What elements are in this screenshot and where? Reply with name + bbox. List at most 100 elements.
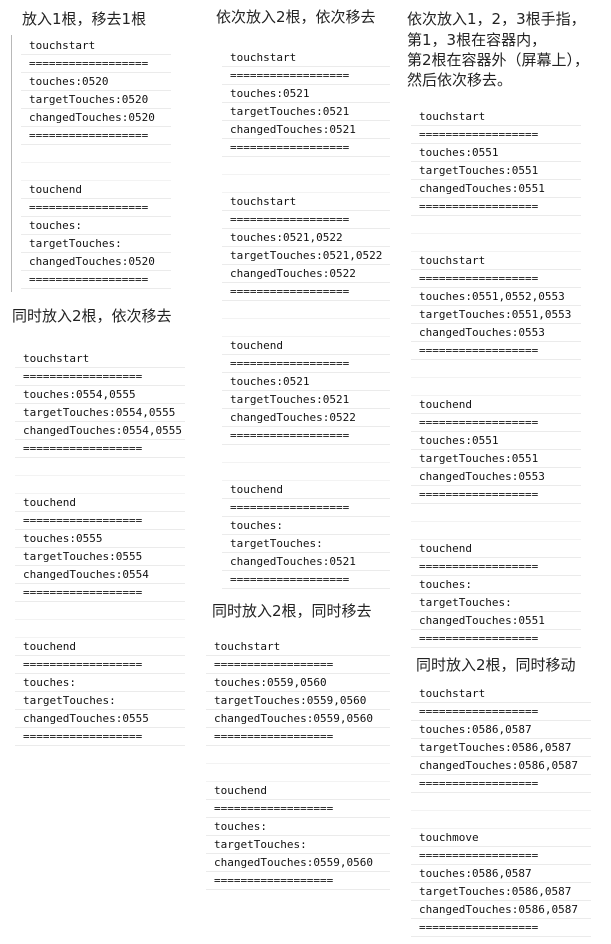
log-line: ================== [222,139,390,157]
log-line: ================== [21,127,171,145]
log-line: changedTouches:0522 [222,409,390,427]
log-spacer-row [206,764,390,782]
log-spacer-row [411,811,591,829]
log-line: ================== [21,271,171,289]
log-line: changedTouches:0586,0587 [411,901,591,919]
log-line: ================== [15,728,185,746]
log-spacer-row [15,458,185,476]
log-line: ================== [222,571,390,589]
event-log-1: touchstart ================== touches:0520… [21,37,171,289]
log-spacer-row [222,157,390,175]
log-line: changedTouches:0554,0555 [15,422,185,440]
log-spacer-row [222,319,390,337]
log-spacer-row [21,163,171,181]
log-line: ================== [411,847,591,865]
log-spacer-row [222,463,390,481]
log-line: targetTouches:0559,0560 [206,692,390,710]
log-line: ================== [411,414,581,432]
log-line: touches: [206,818,390,836]
log-spacer-row [411,216,581,234]
log-line: changedTouches:0553 [411,324,581,342]
log-line: touches:0551 [411,144,581,162]
log-line: ================== [222,283,390,301]
log-line: changedTouches:0551 [411,612,581,630]
log-line: changedTouches:0522 [222,265,390,283]
heading-three-fingers-2: 第1，3根在容器内， [407,31,547,49]
log-line: touchmove [411,829,591,847]
log-line: ================== [15,656,185,674]
log-line: touchend [206,782,390,800]
log-line: changedTouches:0553 [411,468,581,486]
log-line: touches:0551,0552,0553 [411,288,581,306]
log-line: targetTouches:0586,0587 [411,739,591,757]
log-line: ================== [222,355,390,373]
log-spacer-row [411,378,581,396]
log-line: touches: [411,576,581,594]
log-spacer-row [15,476,185,494]
log-line: ================== [411,270,581,288]
log-line: changedTouches:0520 [21,109,171,127]
log-line: changedTouches:0555 [15,710,185,728]
event-log-2: touchstart ================== touches:0521… [222,49,390,589]
log-line: ================== [206,728,390,746]
log-line: touchend [15,494,185,512]
log-line: touches:0586,0587 [411,721,591,739]
log-line: ================== [222,211,390,229]
log-line: ================== [222,67,390,85]
heading-three-fingers-3: 第2根在容器外（屏幕上）， [407,51,590,69]
log-line: changedTouches:0521 [222,121,390,139]
log-line: changedTouches:0520 [21,253,171,271]
log-line: touchstart [206,638,390,656]
log-line: touchstart [411,252,581,270]
log-spacer-row [411,234,581,252]
log-spacer-row [21,145,171,163]
log-line: touches:0586,0587 [411,865,591,883]
heading-simultaneous-sequential: 同时放入2根，依次移去 [12,307,172,325]
log-line: ================== [411,486,581,504]
container-border [11,35,12,292]
log-line: touchend [21,181,171,199]
log-line: targetTouches: [21,235,171,253]
log-line: touches:0521,0522 [222,229,390,247]
log-line: targetTouches:0521,0522 [222,247,390,265]
log-line: targetTouches: [206,836,390,854]
log-line: touchend [411,396,581,414]
log-line: touches:0521 [222,85,390,103]
log-line: ================== [411,919,591,937]
log-line: ================== [222,499,390,517]
log-line: ================== [222,427,390,445]
event-log-4: touchstart ================== touches:0554… [15,350,185,746]
log-line: touchend [222,337,390,355]
log-line: targetTouches: [222,535,390,553]
log-line: touches:0559,0560 [206,674,390,692]
log-line: targetTouches: [15,692,185,710]
log-line: touches: [222,517,390,535]
log-line: changedTouches:0551 [411,180,581,198]
log-line: touches:0521 [222,373,390,391]
log-line: ================== [411,703,591,721]
heading-three-fingers-1: 依次放入1，2，3根手指， [407,10,586,28]
log-spacer-row [411,360,581,378]
log-line: ================== [15,584,185,602]
log-line: touchend [222,481,390,499]
log-line: changedTouches:0559,0560 [206,854,390,872]
log-line: touchstart [222,49,390,67]
log-line: touches:0555 [15,530,185,548]
event-log-3: touchstart ================== touches:0551… [411,108,581,648]
log-line: targetTouches:0586,0587 [411,883,591,901]
log-line: touchstart [21,37,171,55]
log-line: changedTouches:0586,0587 [411,757,591,775]
log-line: touches:0554,0555 [15,386,185,404]
log-line: ================== [206,656,390,674]
log-line: ================== [411,775,591,793]
log-spacer-row [411,522,581,540]
log-line: ================== [206,800,390,818]
heading-single-touch: 放入1根，移去1根 [22,10,147,28]
log-line: ================== [411,198,581,216]
log-line: ================== [21,55,171,73]
log-line: ================== [15,440,185,458]
log-line: touchend [15,638,185,656]
heading-sequential-two: 依次放入2根，依次移去 [216,8,376,26]
log-spacer-row [206,746,390,764]
log-line: targetTouches:0555 [15,548,185,566]
